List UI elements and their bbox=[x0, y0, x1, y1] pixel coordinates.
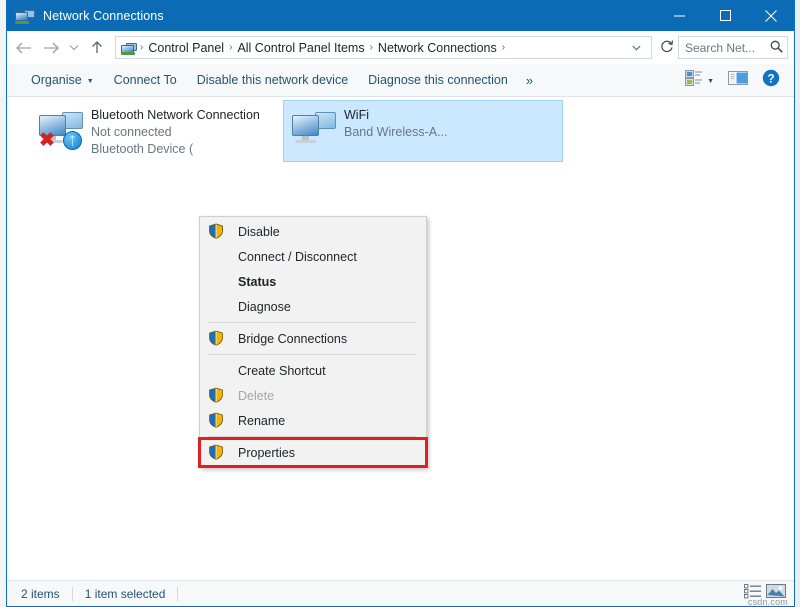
context-menu-separator bbox=[208, 354, 416, 355]
toolbar-diagnose-connection-label: Diagnose this connection bbox=[368, 73, 508, 87]
toolbar-organise-label: Organise bbox=[31, 73, 82, 87]
context-menu-label: Properties bbox=[238, 446, 295, 460]
context-menu-item-connect-disconnect[interactable]: Connect / Disconnect bbox=[200, 244, 426, 269]
help-button[interactable]: ? bbox=[756, 66, 786, 95]
change-view-button[interactable]: ▼ bbox=[679, 67, 720, 94]
context-menu-item-rename[interactable]: Rename bbox=[200, 408, 426, 433]
watermark: csdn.com bbox=[748, 597, 788, 607]
address-dropdown-icon[interactable] bbox=[625, 43, 648, 53]
connection-item-wifi[interactable]: WiFi Band Wireless-A... bbox=[283, 100, 563, 162]
context-menu-item-status[interactable]: Status bbox=[200, 269, 426, 294]
help-icon: ? bbox=[762, 69, 780, 92]
minimize-button[interactable] bbox=[656, 0, 702, 31]
context-menu-label: Diagnose bbox=[238, 300, 291, 314]
view-chevron-down-icon: ▼ bbox=[707, 78, 714, 85]
window-title: Network Connections bbox=[43, 9, 164, 23]
breadcrumb-all-control-panel-items[interactable]: All Control Panel Items bbox=[233, 41, 368, 55]
context-menu-label: Create Shortcut bbox=[238, 364, 326, 378]
connection-item-bluetooth[interactable]: ✖ ᛏ Bluetooth Network Connection Not con… bbox=[31, 101, 261, 162]
shield-icon bbox=[208, 223, 226, 241]
refresh-icon[interactable] bbox=[656, 39, 678, 56]
network-connections-icon bbox=[15, 8, 35, 24]
shield-icon bbox=[208, 444, 226, 462]
up-arrow-icon[interactable] bbox=[83, 34, 111, 62]
toolbar-connect-to-label: Connect To bbox=[114, 73, 177, 87]
context-menu-separator bbox=[208, 322, 416, 323]
connection-device: Bluetooth Device ( bbox=[91, 141, 260, 158]
breadcrumb-control-panel[interactable]: Control Panel bbox=[144, 41, 228, 55]
context-menu-item-diagnose[interactable]: Diagnose bbox=[200, 294, 426, 319]
status-selection: 1 item selected bbox=[85, 587, 166, 601]
context-menu-label: Status bbox=[238, 275, 276, 289]
context-menu-separator bbox=[208, 436, 416, 437]
preview-pane-button[interactable] bbox=[722, 67, 754, 94]
breadcrumb-separator: › bbox=[501, 42, 506, 53]
status-bar: 2 items 1 item selected bbox=[7, 580, 794, 606]
command-toolbar: Organise ▼ Connect To Disable this netwo… bbox=[7, 64, 794, 97]
toolbar-organise-button[interactable]: Organise ▼ bbox=[21, 69, 104, 91]
maximize-button[interactable] bbox=[702, 0, 748, 31]
address-bar[interactable]: › Control Panel › All Control Panel Item… bbox=[115, 36, 652, 59]
shield-icon bbox=[208, 387, 226, 405]
explorer-window: Network Connections bbox=[6, 0, 795, 607]
status-divider bbox=[72, 587, 73, 601]
close-button[interactable] bbox=[748, 0, 794, 31]
forward-arrow-icon[interactable] bbox=[37, 34, 65, 62]
back-arrow-icon[interactable] bbox=[9, 34, 37, 62]
toolbar-disable-device-label: Disable this network device bbox=[197, 73, 348, 87]
menu-icon-placeholder bbox=[208, 298, 226, 316]
connections-list: ✖ ᛏ Bluetooth Network Connection Not con… bbox=[7, 97, 794, 580]
title-bar: Network Connections bbox=[7, 0, 794, 31]
connection-name: Bluetooth Network Connection bbox=[91, 107, 260, 124]
toolbar-right-group: ▼ bbox=[679, 66, 794, 95]
svg-text:?: ? bbox=[767, 73, 774, 85]
menu-icon-placeholder bbox=[208, 362, 226, 380]
window-controls bbox=[656, 0, 794, 31]
search-placeholder: Search Net... bbox=[685, 41, 770, 55]
status-divider bbox=[177, 587, 178, 601]
search-icon[interactable] bbox=[770, 40, 783, 56]
wifi-network-adapter-icon bbox=[290, 105, 338, 153]
context-menu-item-properties[interactable]: Properties bbox=[200, 440, 426, 465]
connection-text-bluetooth: Bluetooth Network Connection Not connect… bbox=[91, 105, 260, 158]
menu-icon-placeholder bbox=[208, 248, 226, 266]
context-menu-label: Rename bbox=[238, 414, 285, 428]
search-input[interactable]: Search Net... bbox=[678, 36, 788, 59]
recent-locations-chevron-icon[interactable] bbox=[65, 34, 83, 62]
context-menu-item-disable[interactable]: Disable bbox=[200, 219, 426, 244]
toolbar-overflow-button[interactable]: » bbox=[518, 69, 541, 92]
context-menu-label: Disable bbox=[238, 225, 280, 239]
breadcrumb-network-connections[interactable]: Network Connections bbox=[374, 41, 501, 55]
context-menu-label: Connect / Disconnect bbox=[238, 250, 357, 264]
context-menu-label: Bridge Connections bbox=[238, 332, 347, 346]
context-menu: Disable Connect / Disconnect Status Diag… bbox=[199, 216, 427, 468]
status-item-count: 2 items bbox=[21, 587, 60, 601]
toolbar-disable-device-button[interactable]: Disable this network device bbox=[187, 69, 358, 91]
menu-icon-placeholder bbox=[208, 273, 226, 291]
shield-icon bbox=[208, 412, 226, 430]
connection-text-wifi: WiFi Band Wireless-A... bbox=[344, 105, 448, 141]
context-menu-item-bridge-connections[interactable]: Bridge Connections bbox=[200, 326, 426, 351]
navigation-bar: › Control Panel › All Control Panel Item… bbox=[7, 31, 794, 64]
context-menu-item-delete: Delete bbox=[200, 383, 426, 408]
screenshot-root: Network Connections bbox=[0, 0, 800, 607]
connection-name: WiFi bbox=[344, 107, 448, 124]
toolbar-connect-to-button[interactable]: Connect To bbox=[104, 69, 187, 91]
context-menu-properties-wrapper: Properties bbox=[200, 440, 426, 465]
status-view-buttons: csdn.com bbox=[744, 583, 794, 604]
context-menu-item-create-shortcut[interactable]: Create Shortcut bbox=[200, 358, 426, 383]
connection-device: Band Wireless-A... bbox=[344, 124, 448, 141]
shield-icon bbox=[208, 330, 226, 348]
context-menu-label: Delete bbox=[238, 389, 274, 403]
control-panel-icon bbox=[121, 41, 137, 55]
connection-status: Not connected bbox=[91, 124, 260, 141]
change-view-icon bbox=[685, 70, 703, 91]
chevron-down-icon: ▼ bbox=[87, 78, 94, 85]
bluetooth-network-adapter-icon: ✖ ᛏ bbox=[37, 105, 85, 153]
toolbar-diagnose-connection-button[interactable]: Diagnose this connection bbox=[358, 69, 518, 91]
preview-pane-icon bbox=[728, 70, 748, 91]
